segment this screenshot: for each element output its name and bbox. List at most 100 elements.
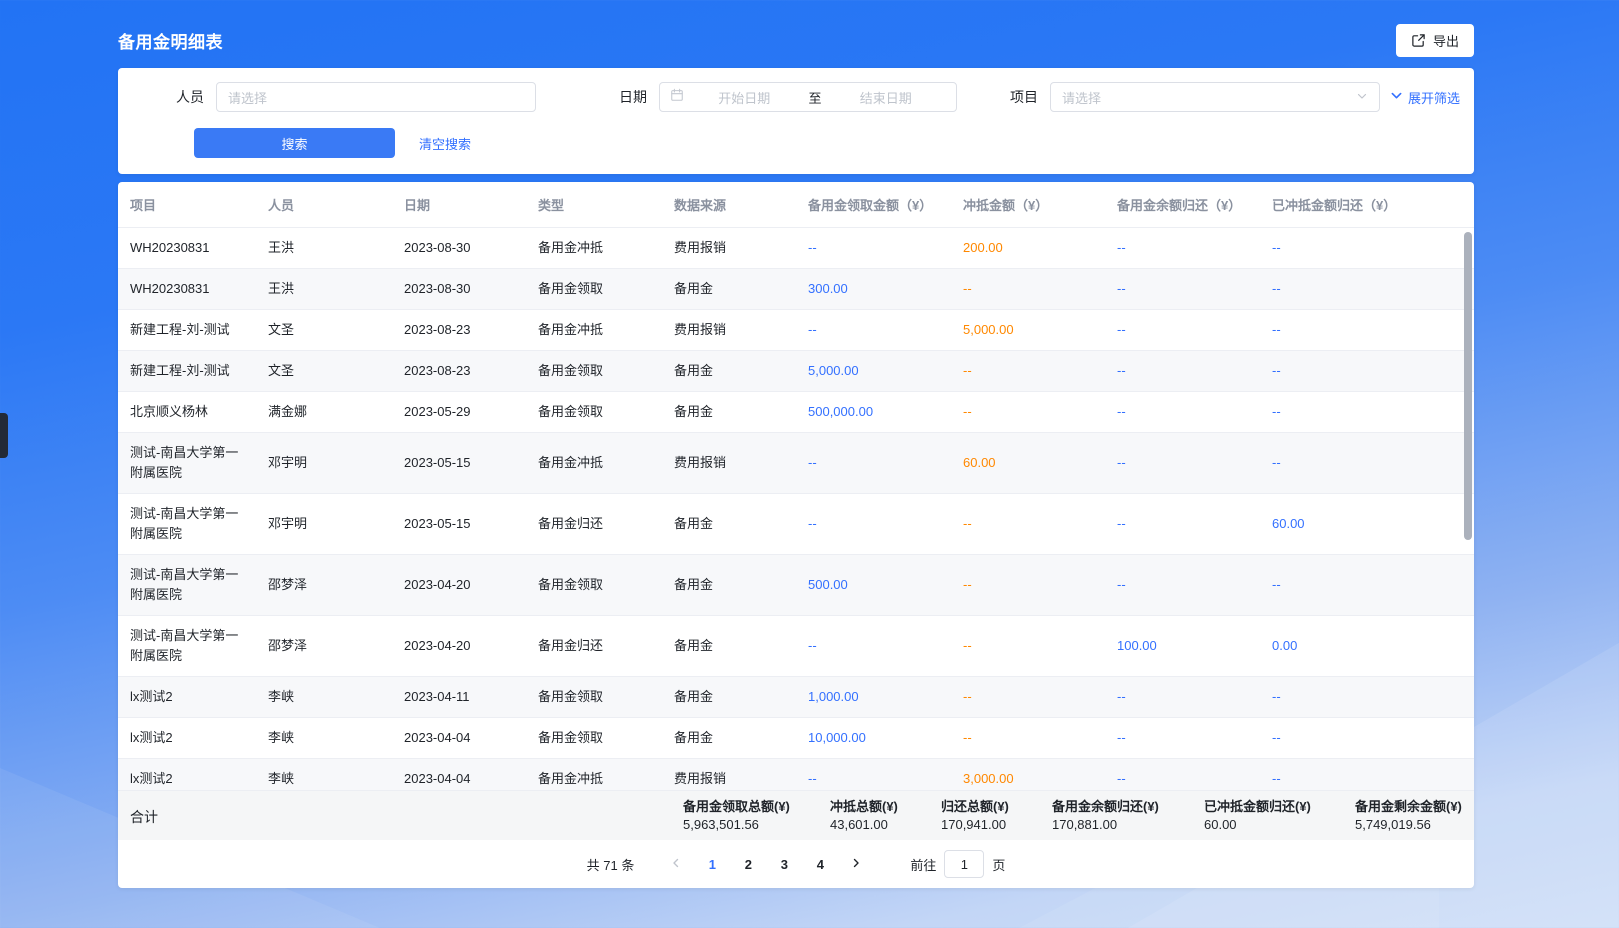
summary-item-label: 冲抵总额(¥)	[830, 798, 898, 816]
column-header: 已冲抵金额归还（¥）	[1260, 195, 1474, 214]
sidebar-collapse-handle[interactable]	[0, 413, 8, 458]
cell-person: 邵梦泽	[256, 626, 392, 666]
export-button[interactable]: 导出	[1396, 24, 1474, 57]
cell-offset-return: --	[1260, 718, 1474, 758]
cell-received: 10,000.00	[796, 718, 951, 758]
cell-received: --	[796, 626, 951, 666]
table-row[interactable]: 北京顺义杨林满金娜2023-05-29备用金领取备用金500,000.00---…	[118, 392, 1474, 433]
cell-person: 满金娜	[256, 392, 392, 432]
cell-date: 2023-08-23	[392, 310, 526, 350]
table-row[interactable]: 测试-南昌大学第一附属医院邓宇明2023-05-15备用金归还备用金------…	[118, 494, 1474, 555]
prev-page-button[interactable]	[661, 850, 691, 878]
end-date-input[interactable]: 结束日期	[826, 88, 947, 107]
person-filter-label: 人员	[176, 87, 204, 107]
cell-received: 500,000.00	[796, 392, 951, 432]
page-button-1[interactable]: 1	[697, 850, 727, 878]
table-row[interactable]: lx测试2李峡2023-04-11备用金领取备用金1,000.00------	[118, 677, 1474, 718]
chevron-down-icon	[1356, 90, 1368, 105]
table-row[interactable]: 新建工程-刘-测试文圣2023-08-23备用金冲抵费用报销--5,000.00…	[118, 310, 1474, 351]
summary-item: 冲抵总额(¥)43,601.00	[830, 798, 898, 834]
cell-project: lx测试2	[118, 677, 256, 717]
cell-offset: --	[951, 677, 1105, 717]
person-select-placeholder: 请选择	[228, 88, 267, 107]
clear-search-link[interactable]: 清空搜索	[419, 134, 471, 153]
data-table: 项目人员日期类型数据来源备用金领取金额（¥）冲抵金额（¥）备用金余额归还（¥）已…	[118, 182, 1474, 888]
page-title: 备用金明细表	[118, 28, 223, 53]
cell-date: 2023-05-15	[392, 443, 526, 483]
title-bar: 备用金明细表 导出	[118, 24, 1474, 57]
date-separator: 至	[805, 88, 826, 107]
cell-type: 备用金领取	[526, 351, 662, 391]
project-select[interactable]: 请选择	[1050, 82, 1380, 112]
cell-project: 测试-南昌大学第一附属医院	[118, 616, 256, 676]
cell-balance-return: --	[1105, 565, 1260, 605]
cell-offset-return: --	[1260, 310, 1474, 350]
cell-received: 300.00	[796, 269, 951, 309]
cell-balance-return: --	[1105, 392, 1260, 432]
cell-offset: --	[951, 718, 1105, 758]
date-filter-label: 日期	[619, 87, 647, 107]
cell-offset-return: 0.00	[1260, 626, 1474, 666]
summary-item: 备用金剩余金额(¥)5,749,019.56	[1355, 798, 1462, 834]
cell-offset: 3,000.00	[951, 759, 1105, 790]
cell-source: 备用金	[662, 269, 796, 309]
project-filter-label: 项目	[1010, 87, 1038, 107]
table-row[interactable]: lx测试2李峡2023-04-04备用金领取备用金10,000.00------	[118, 718, 1474, 759]
cell-offset-return: --	[1260, 269, 1474, 309]
main-content: 备用金明细表 导出 人员 请选择 日期	[118, 0, 1474, 888]
cell-type: 备用金冲抵	[526, 443, 662, 483]
cell-person: 李峡	[256, 718, 392, 758]
start-date-input[interactable]: 开始日期	[684, 88, 805, 107]
table-row[interactable]: 测试-南昌大学第一附属医院邵梦泽2023-04-20备用金领取备用金500.00…	[118, 555, 1474, 616]
cell-type: 备用金领取	[526, 718, 662, 758]
column-header: 备用金余额归还（¥）	[1105, 195, 1260, 214]
cell-type: 备用金冲抵	[526, 310, 662, 350]
cell-balance-return: 100.00	[1105, 626, 1260, 666]
cell-offset: 200.00	[951, 228, 1105, 268]
cell-source: 备用金	[662, 626, 796, 666]
table-row[interactable]: lx测试2李峡2023-04-04备用金冲抵费用报销--3,000.00----	[118, 759, 1474, 790]
summary-item-value: 5,749,019.56	[1355, 816, 1462, 834]
summary-item-value: 170,941.00	[941, 816, 1009, 834]
export-icon	[1411, 33, 1426, 48]
summary-item-label: 备用金余额归还(¥)	[1052, 798, 1159, 816]
cell-received: --	[796, 759, 951, 790]
summary-item: 备用金领取总额(¥)5,963,501.56	[683, 798, 790, 834]
table-row[interactable]: 测试-南昌大学第一附属医院邓宇明2023-05-15备用金冲抵费用报销--60.…	[118, 433, 1474, 494]
cell-received: 500.00	[796, 565, 951, 605]
table-scrollbar[interactable]	[1464, 232, 1472, 540]
column-header: 类型	[526, 195, 662, 214]
page-button-4[interactable]: 4	[805, 850, 835, 878]
expand-filters-link[interactable]: 展开筛选	[1390, 88, 1460, 107]
cell-balance-return: --	[1105, 443, 1260, 483]
next-page-button[interactable]	[841, 850, 871, 878]
cell-person: 文圣	[256, 310, 392, 350]
cell-offset: --	[951, 565, 1105, 605]
cell-type: 备用金冲抵	[526, 759, 662, 790]
search-button[interactable]: 搜索	[194, 128, 395, 158]
table-row[interactable]: 测试-南昌大学第一附属医院邵梦泽2023-04-20备用金归还备用金----10…	[118, 616, 1474, 677]
cell-source: 备用金	[662, 392, 796, 432]
cell-balance-return: --	[1105, 718, 1260, 758]
cell-type: 备用金领取	[526, 392, 662, 432]
chevron-left-icon	[670, 857, 682, 872]
cell-balance-return: --	[1105, 504, 1260, 544]
page-button-3[interactable]: 3	[769, 850, 799, 878]
summary-row: 合计 备用金领取总额(¥)5,963,501.56冲抵总额(¥)43,601.0…	[118, 790, 1474, 840]
table-row[interactable]: WH20230831王洪2023-08-30备用金领取备用金300.00----…	[118, 269, 1474, 310]
goto-page-input[interactable]	[944, 850, 984, 878]
summary-item-label: 归还总额(¥)	[941, 798, 1009, 816]
cell-offset: --	[951, 269, 1105, 309]
export-button-label: 导出	[1433, 31, 1459, 50]
summary-item-value: 43,601.00	[830, 816, 898, 834]
cell-offset: --	[951, 626, 1105, 666]
table-row[interactable]: WH20230831王洪2023-08-30备用金冲抵费用报销--200.00-…	[118, 228, 1474, 269]
cell-offset-return: 60.00	[1260, 504, 1474, 544]
project-select-placeholder: 请选择	[1062, 88, 1101, 107]
table-row[interactable]: 新建工程-刘-测试文圣2023-08-23备用金领取备用金5,000.00---…	[118, 351, 1474, 392]
column-header: 数据来源	[662, 195, 796, 214]
page-button-2[interactable]: 2	[733, 850, 763, 878]
person-select[interactable]: 请选择	[216, 82, 536, 112]
date-range-picker[interactable]: 开始日期 至 结束日期	[659, 82, 957, 112]
cell-offset-return: --	[1260, 565, 1474, 605]
